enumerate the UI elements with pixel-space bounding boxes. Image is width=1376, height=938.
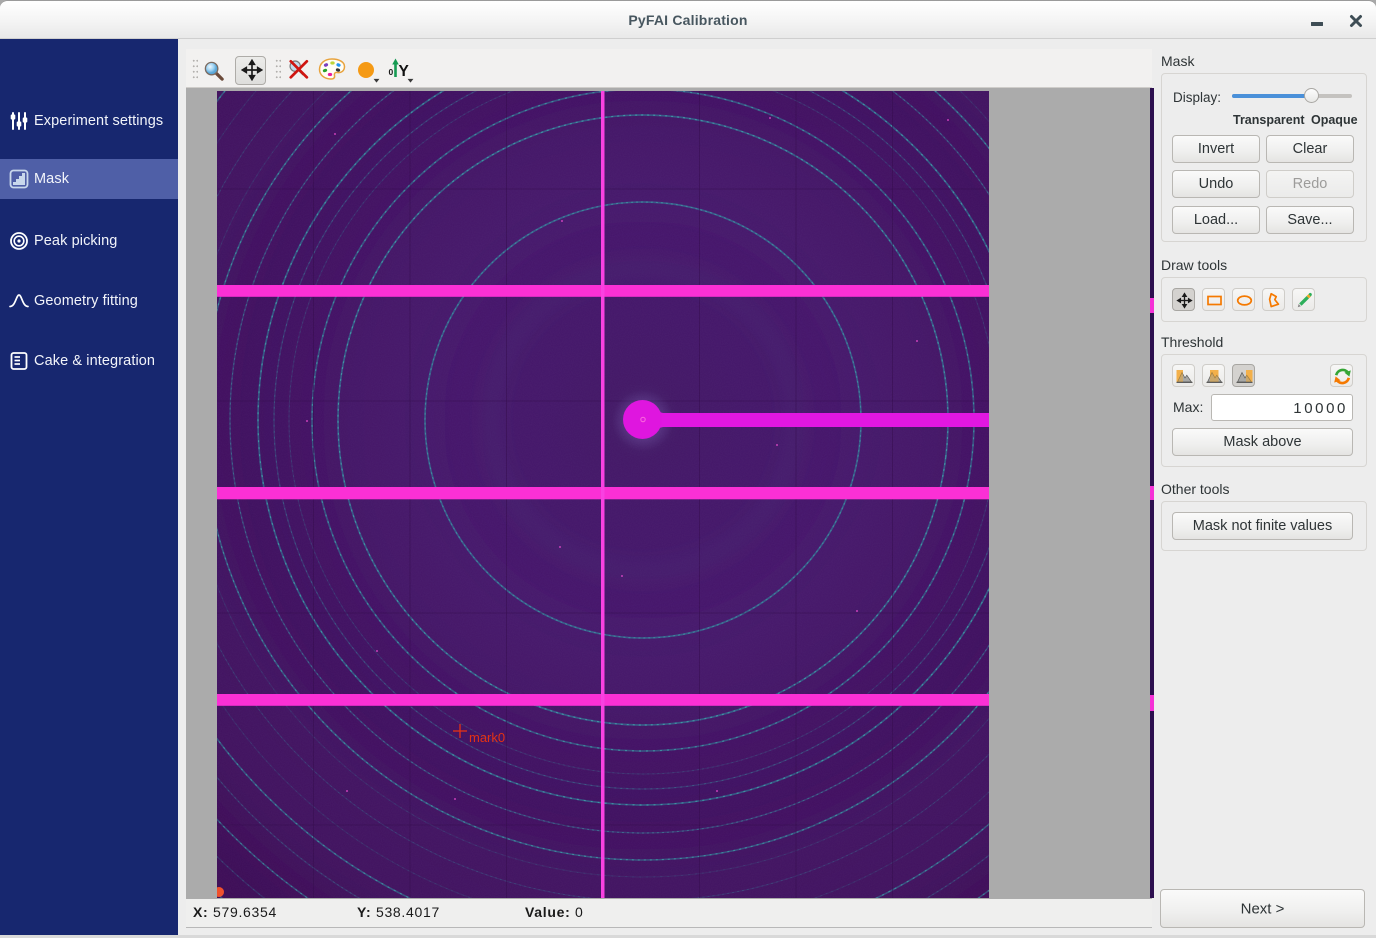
- svg-text:mark0: mark0: [469, 730, 505, 745]
- svg-text:0: 0: [389, 67, 394, 77]
